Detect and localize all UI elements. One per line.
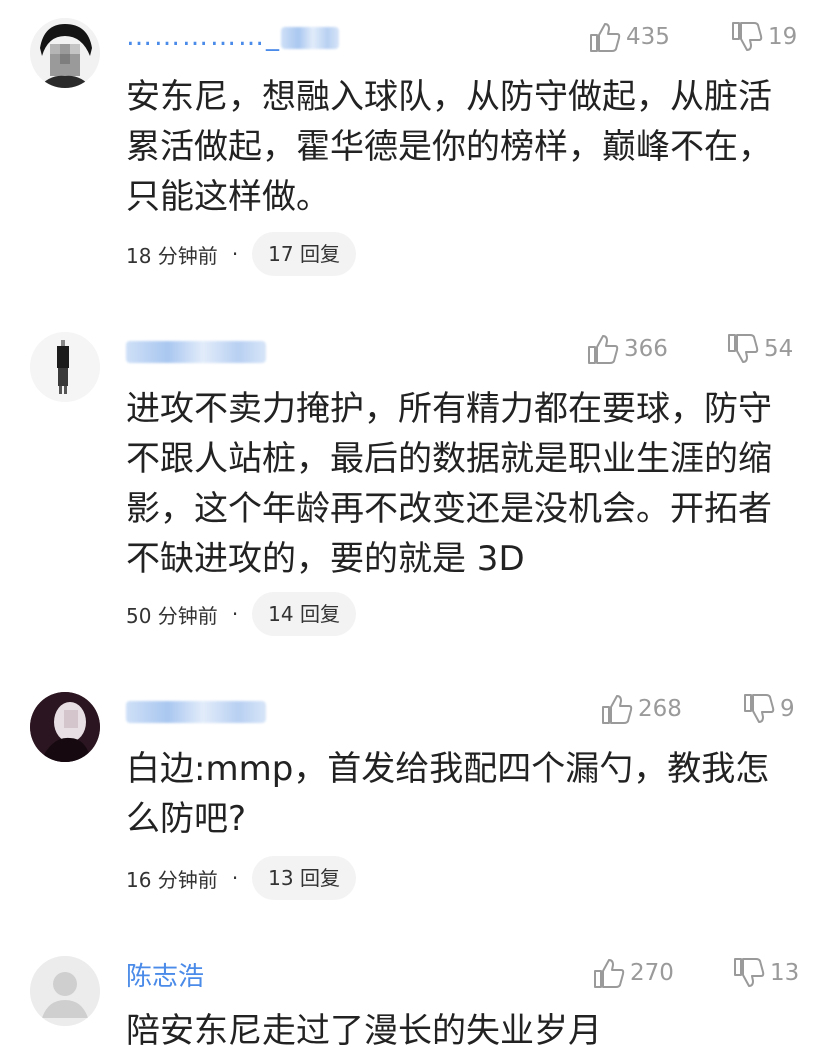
username[interactable]: 陈志浩 [126, 956, 204, 993]
dislike-count: 13 [770, 960, 800, 986]
thumbs-up-icon [594, 959, 625, 988]
comment-text: 陪安东尼走过了漫长的失业岁月 [126, 1011, 602, 1051]
thumbs-down-icon [734, 958, 765, 987]
like-button[interactable]: 270 [592, 956, 674, 990]
like-count: 270 [630, 960, 674, 986]
avatar[interactable] [30, 956, 100, 1026]
dislike-button[interactable]: 13 [732, 956, 799, 990]
comment-item: 陈志浩 270 13 陪安东尼走过了漫长的失业岁月 [0, 0, 828, 1051]
